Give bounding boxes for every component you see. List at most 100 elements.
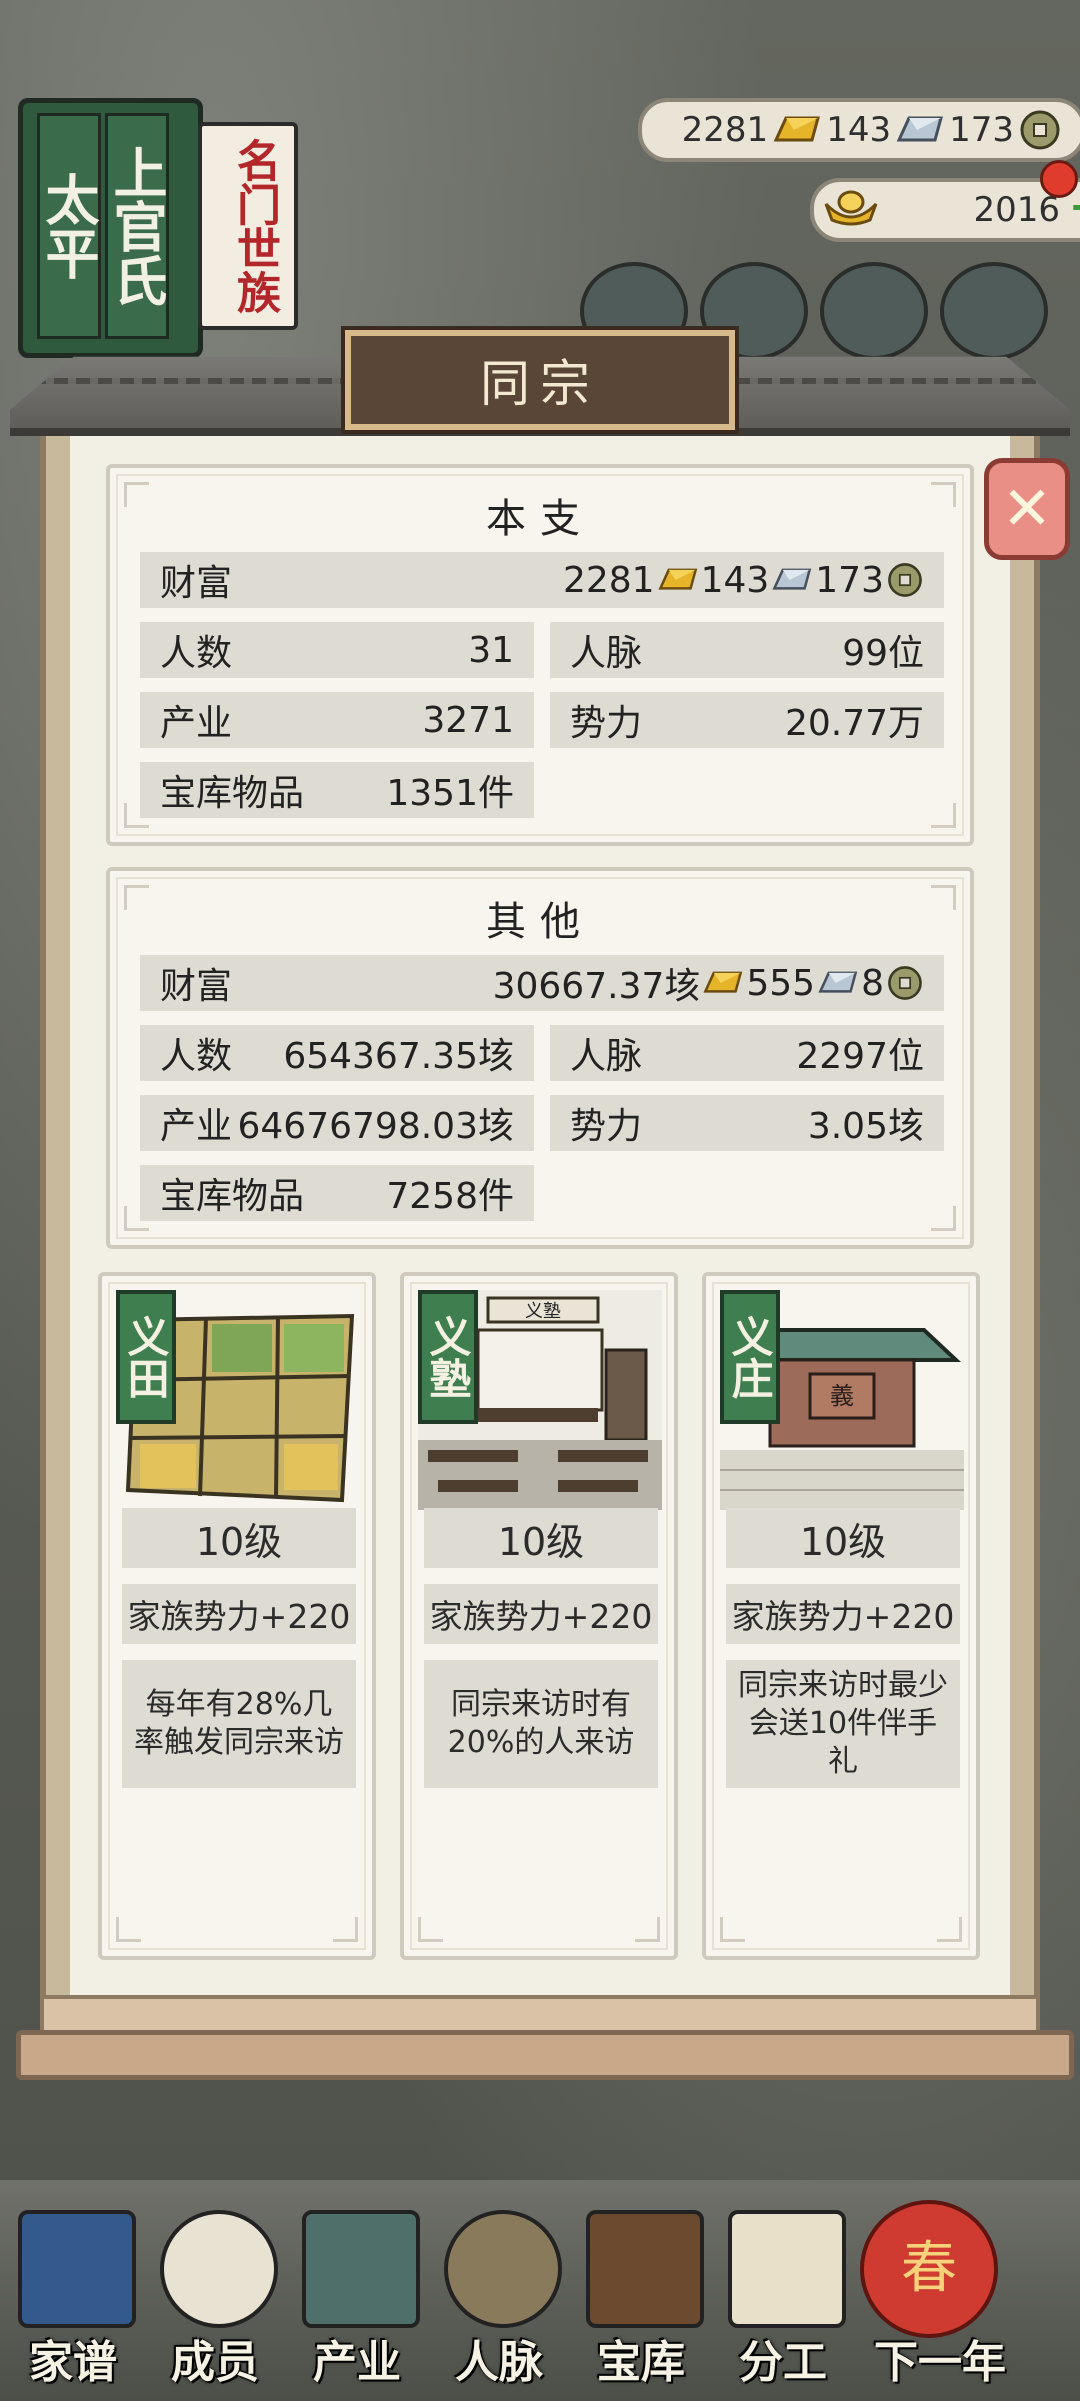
member-portrait-icon — [160, 2210, 278, 2328]
industry-value: 3271 — [422, 699, 514, 741]
building-description: 每年有28%几率触发同宗来访 — [122, 1660, 356, 1788]
industry-row: 产业 64676798.03垓 — [140, 1095, 534, 1151]
treasury-row: 宝库物品 1351件 — [140, 762, 534, 818]
wealth-coins: 173 — [815, 559, 884, 601]
wealth-silver: 555 — [746, 962, 816, 1004]
influence-value: 20.77万 — [784, 703, 924, 744]
population-label: 人数 — [160, 1036, 233, 1077]
panel-title: 同宗 — [341, 326, 739, 434]
population-row: 人数 31 — [140, 622, 534, 678]
wealth-coins: 8 — [861, 962, 884, 1004]
yuanbao-icon — [824, 190, 878, 226]
building-level: 10级 — [726, 1508, 960, 1568]
population-value: 654367.35垓 — [283, 1036, 514, 1077]
yuanbao-amount: 2016 — [973, 190, 1060, 230]
treasury-value: 1351件 — [386, 773, 514, 814]
corner-ornament — [116, 1917, 141, 1942]
nav-genealogy[interactable]: 家谱 — [8, 2210, 138, 2390]
treasury-row: 宝库物品 7258件 — [140, 1165, 534, 1221]
wealth-row: 财富 2281 143 173 — [140, 552, 944, 608]
corner-ornament — [333, 1917, 358, 1942]
nav-connections[interactable]: 人脉 — [434, 2210, 564, 2390]
nav-next-year[interactable]: 春 下一年 — [860, 2200, 1020, 2390]
building-description: 同宗来访时有20%的人来访 — [424, 1660, 658, 1788]
book-title-right: 上官氏 — [104, 113, 169, 339]
network-icon — [444, 2210, 562, 2328]
manor-sign-text: 義 — [830, 1382, 854, 1410]
notification-dot — [1040, 160, 1078, 198]
corner-ornament — [635, 1917, 660, 1942]
coin-icon — [1020, 110, 1060, 150]
wealth-value: 2281 143 173 — [563, 560, 924, 601]
building-description: 同宗来访时最少会送10件伴手礼 — [726, 1660, 960, 1788]
connections-row: 人脉 2297位 — [550, 1025, 944, 1081]
treasure-chest-icon — [586, 2210, 704, 2328]
building-name-badge: 义田 — [116, 1290, 176, 1424]
others-card: 其他 财富 30667.37垓 555 8 人数 654367.35垓 人脉 2… — [106, 867, 974, 1249]
scroll-icon — [728, 2210, 846, 2328]
book-title-left: 太平 — [36, 113, 101, 339]
corner-ornament — [931, 803, 956, 828]
industry-label: 产业 — [160, 703, 233, 744]
building-card-field[interactable]: 义田 10级 家族势力+220 每年有28%几率触发同宗来访 — [98, 1272, 376, 1960]
building-level: 10级 — [424, 1508, 658, 1568]
nav-label: 产业 — [313, 2337, 401, 2388]
influence-value: 3.05垓 — [807, 1106, 924, 1147]
nav-division[interactable]: 分工 — [718, 2210, 848, 2390]
corner-ornament — [937, 1917, 962, 1942]
nav-label: 分工 — [739, 2337, 827, 2388]
school-sign-text: 义塾 — [525, 1300, 561, 1322]
yuanbao-bar[interactable]: 2016 + — [810, 178, 1080, 242]
population-label: 人数 — [160, 633, 233, 674]
building-bonus: 家族势力+220 — [726, 1584, 960, 1644]
connections-value: 2297位 — [796, 1036, 924, 1077]
top-menu-icon-3[interactable] — [820, 262, 928, 360]
treasury-label: 宝库物品 — [160, 1176, 305, 1217]
wealth-silver: 143 — [700, 559, 770, 601]
gold-ingot-icon — [773, 116, 821, 142]
silver-amount: 143 — [826, 110, 892, 150]
card-heading: 其他 — [486, 899, 594, 945]
building-name-badge: 义庄 — [720, 1290, 780, 1424]
main-branch-card: 本支 财富 2281 143 173 人数 31 人脉 99位 产业 3271 … — [106, 464, 974, 846]
industry-value: 64676798.03垓 — [237, 1106, 515, 1147]
influence-label: 势力 — [570, 1106, 643, 1147]
wealth-row: 财富 30667.37垓 555 8 — [140, 955, 944, 1011]
treasury-label: 宝库物品 — [160, 773, 305, 814]
season-badge: 春 — [901, 2236, 957, 2301]
gold-amount: 2281 — [681, 110, 769, 150]
family-book[interactable]: 太平 上官氏 — [18, 98, 203, 358]
nav-industry[interactable]: 产业 — [292, 2210, 422, 2390]
nav-label: 家谱 — [29, 2337, 117, 2388]
wealth-label: 财富 — [160, 563, 233, 604]
building-bonus: 家族势力+220 — [122, 1584, 356, 1644]
building-icon — [302, 2210, 420, 2328]
connections-row: 人脉 99位 — [550, 622, 944, 678]
family-rank-tag: 名门世族 — [198, 122, 298, 330]
panel-base-top — [40, 1995, 1040, 2035]
top-menu-icon-4[interactable] — [940, 262, 1048, 360]
industry-label: 产业 — [160, 1106, 233, 1147]
close-button[interactable]: ✕ — [984, 458, 1070, 560]
coin-amount: 173 — [949, 110, 1014, 150]
nav-label: 宝库 — [597, 2337, 685, 2388]
population-value: 31 — [468, 629, 514, 671]
nav-label: 下一年 — [874, 2337, 1006, 2388]
building-card-manor[interactable]: 義 义庄 10级 家族势力+220 同宗来访时最少会送10件伴手礼 — [702, 1272, 980, 1960]
panel-base — [16, 2030, 1074, 2080]
gold-ingot-icon — [703, 971, 743, 993]
nav-members[interactable]: 成员 — [150, 2210, 280, 2390]
nav-treasury[interactable]: 宝库 — [576, 2210, 706, 2390]
influence-label: 势力 — [570, 703, 643, 744]
industry-row: 产业 3271 — [140, 692, 534, 748]
close-icon: ✕ — [1001, 474, 1053, 544]
silver-ingot-icon — [772, 568, 812, 590]
building-name-badge: 义塾 — [418, 1290, 478, 1424]
connections-label: 人脉 — [570, 633, 643, 674]
corner-ornament — [418, 1917, 443, 1942]
silver-ingot-icon — [818, 971, 858, 993]
building-card-school[interactable]: 义塾 义塾 10级 家族势力+220 同宗来访时有20%的人来访 — [400, 1272, 678, 1960]
gold-ingot-icon — [657, 568, 697, 590]
corner-ornament — [720, 1917, 745, 1942]
wealth-gold: 2281 — [562, 559, 655, 601]
